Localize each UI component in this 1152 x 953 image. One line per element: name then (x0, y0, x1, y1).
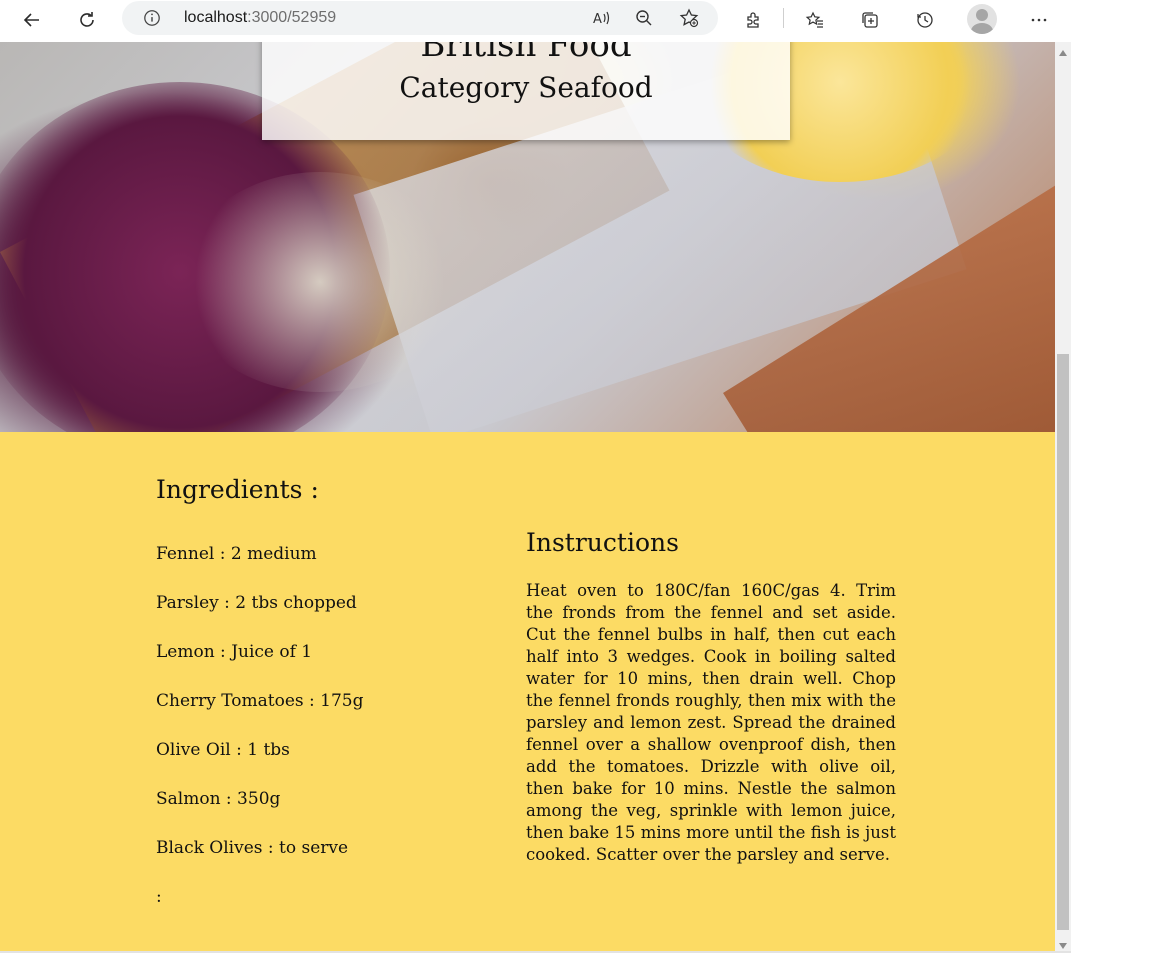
hero-image: British Food Category Seafood (0, 42, 1055, 432)
history-icon[interactable] (909, 4, 941, 36)
scrollbar-thumb[interactable] (1057, 354, 1069, 930)
ingredient-item: Salmon : 350g (156, 789, 281, 809)
refresh-icon[interactable] (71, 4, 103, 36)
ingredient-item: Black Olives : to serve (156, 838, 349, 858)
instructions-text: Heat oven to 180C/fan 160C/gas 4. Trim t… (526, 581, 896, 864)
recipe-content: Ingredients : Fennel : 2 medium Parsley … (0, 432, 1055, 953)
info-icon[interactable] (142, 8, 162, 28)
toolbar-separator (783, 8, 784, 28)
category-title: Category Seafood (399, 71, 653, 104)
svg-text:A: A (593, 12, 602, 27)
back-arrow-icon[interactable] (16, 4, 48, 36)
profile-avatar-icon[interactable] (967, 4, 997, 34)
read-aloud-icon[interactable]: A (585, 2, 617, 34)
ingredient-item: Olive Oil : 1 tbs (156, 740, 290, 760)
browser-toolbar: localhost:3000/52959 A (0, 0, 1071, 40)
ingredient-item: Cherry Tomatoes : 175g (156, 691, 364, 711)
scroll-down-arrow-icon[interactable] (1059, 943, 1067, 949)
vertical-scrollbar[interactable] (1055, 42, 1071, 953)
page-viewport: British Food Category Seafood Ingredient… (0, 42, 1055, 953)
area-title: British Food (420, 42, 632, 65)
url-host: localhost (184, 9, 248, 26)
ingredient-item: Parsley : 2 tbs chopped (156, 593, 357, 613)
ingredient-item: Lemon : Juice of 1 (156, 642, 313, 662)
collections-icon[interactable] (854, 4, 886, 36)
ingredient-item: : (156, 887, 162, 907)
address-bar[interactable]: localhost:3000/52959 A (122, 1, 718, 35)
more-icon[interactable] (1023, 4, 1055, 36)
url-path: :3000/52959 (247, 9, 337, 26)
url-text[interactable]: localhost:3000/52959 (184, 9, 336, 27)
recipe-title-card: British Food Category Seafood (262, 42, 790, 140)
ingredients-heading: Ingredients : (156, 475, 319, 504)
favorites-icon[interactable] (799, 4, 831, 36)
extensions-icon[interactable] (738, 4, 770, 36)
instructions-heading: Instructions (526, 528, 679, 557)
scroll-up-arrow-icon[interactable] (1059, 50, 1067, 56)
add-favorite-icon[interactable] (673, 2, 705, 34)
ingredients-list: Fennel : 2 medium Parsley : 2 tbs choppe… (156, 542, 364, 934)
zoom-out-icon[interactable] (628, 2, 660, 34)
ingredient-item: Fennel : 2 medium (156, 544, 317, 564)
